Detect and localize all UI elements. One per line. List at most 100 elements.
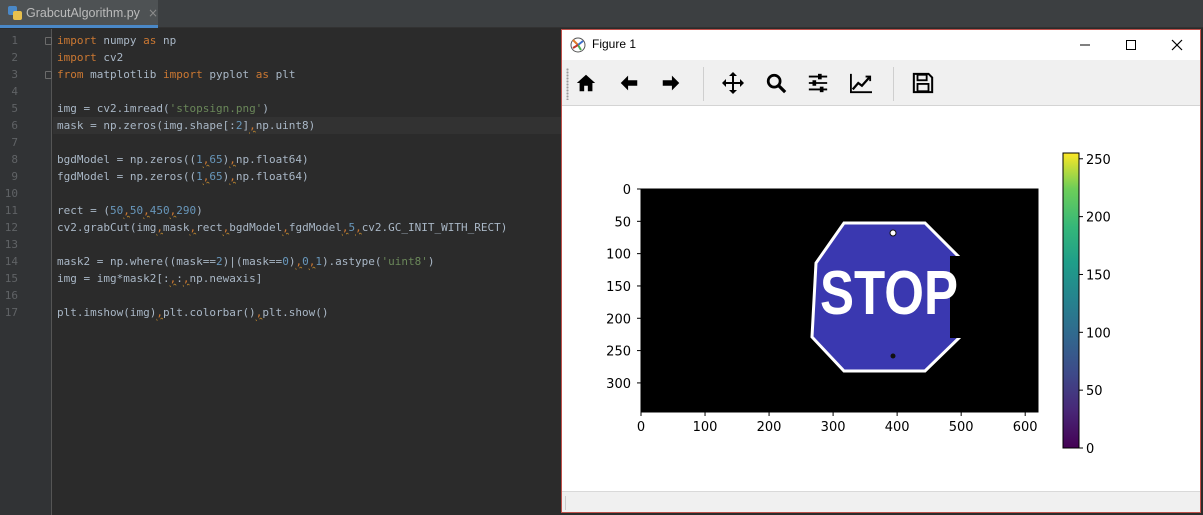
code-token: cv2: [96, 51, 124, 64]
figure-window: Figure 1 STOP 0 100 200 300 400 500 600 …: [561, 29, 1201, 513]
code-token: fgdModel = np.zeros((: [57, 170, 197, 183]
colorbar-tick-label: 100: [1086, 326, 1111, 341]
tab-close-icon[interactable]: ×: [148, 6, 158, 20]
code-token: import: [57, 51, 97, 64]
code-token: bgdModel = np.zeros((: [57, 153, 197, 166]
edit-axes-icon: [850, 73, 872, 94]
fold-marker-icon[interactable]: [45, 32, 52, 49]
code-token: ,: [156, 221, 163, 234]
maximize-icon: [1126, 40, 1136, 50]
code-token: ): [427, 255, 435, 268]
home-button[interactable]: [571, 68, 601, 98]
bolt-bottom: [890, 353, 896, 359]
minimize-icon: [1080, 44, 1090, 46]
figure-canvas[interactable]: STOP 0 100 200 300 400 500 600 0 50 100 150 200 250 3…: [562, 106, 1200, 491]
stop-sign-text: STOP: [820, 259, 958, 328]
code-token: :: [176, 272, 183, 285]
minimize-button[interactable]: [1062, 30, 1108, 60]
pan-button[interactable]: [718, 68, 748, 98]
code-token: ,: [282, 221, 289, 234]
figure-title: Figure 1: [592, 37, 637, 51]
save-button[interactable]: [908, 68, 938, 98]
code-line: fgdModel = np.zeros((1,65),np.float64): [57, 168, 557, 185]
code-token: ,: [229, 153, 236, 166]
code-token: as: [255, 68, 269, 81]
back-button[interactable]: [614, 68, 644, 98]
code-token: np.newaxis]: [189, 272, 263, 285]
figure-status-bar: [562, 491, 1200, 512]
y-tick-label: 50: [614, 215, 631, 230]
code-editor[interactable]: import numpy as np import cv2 from matplot…: [53, 29, 561, 515]
x-tick-label: 600: [1013, 420, 1038, 435]
code-token: cv2.grabCut(img: [57, 221, 157, 234]
stop-sign-image: STOP: [810, 221, 970, 373]
code-token: 1: [196, 170, 203, 183]
code-token: 'stopsign.png': [169, 102, 263, 115]
forward-button[interactable]: [656, 68, 686, 98]
code-token: rect = (: [57, 204, 110, 217]
maximize-button[interactable]: [1108, 30, 1154, 60]
y-tick-label: 250: [606, 345, 631, 360]
code-token: numpy: [96, 34, 144, 47]
edit-axes-button[interactable]: [846, 68, 876, 98]
zoom-button[interactable]: [761, 68, 791, 98]
y-tick-label: 0: [623, 183, 631, 198]
code-token: ): [196, 204, 203, 217]
code-line: from matplotlib import pyplot as plt: [57, 66, 557, 83]
code-token: bgdModel: [229, 221, 283, 234]
line-number: 9: [11, 170, 18, 183]
line-number: 2: [11, 51, 18, 64]
code-line: mask = np.zeros(img.shape[:2],np.uint8): [57, 117, 557, 134]
line-number: 3: [11, 68, 18, 81]
code-line: rect = (50,50,450,290): [57, 202, 557, 219]
editor-tab[interactable]: GrabcutAlgorithm.py ×: [0, 0, 158, 28]
code-token: 0: [302, 255, 309, 268]
code-token: ,: [143, 204, 150, 217]
fold-marker-icon[interactable]: [45, 66, 52, 83]
line-number: 11: [4, 204, 18, 217]
code-token: ,: [355, 221, 362, 234]
code-token: mask2 = np.where((mask==: [57, 255, 216, 268]
colorbar-tick-label: 0: [1086, 442, 1094, 457]
x-tick-label: 0: [637, 420, 645, 435]
code-token: 'uint8': [381, 255, 428, 268]
code-token: 1: [196, 153, 203, 166]
colorbar-tick-label: 250: [1086, 153, 1111, 168]
x-tick-label: 100: [693, 420, 718, 435]
line-number: 13: [4, 238, 18, 251]
code-token: import: [57, 34, 97, 47]
code-token: 290: [176, 204, 197, 217]
code-token: import: [162, 68, 203, 81]
code-token: 50: [129, 204, 144, 217]
code-token: ,: [249, 119, 256, 132]
colorbar: [1062, 152, 1080, 449]
colorbar-tick-label: 200: [1086, 211, 1111, 226]
code-token: np.uint8): [255, 119, 316, 132]
line-number: 14: [4, 255, 18, 268]
figure-toolbar: [562, 60, 1200, 106]
code-token: 65: [209, 153, 223, 166]
code-token: np: [156, 34, 177, 47]
code-token: ): [262, 102, 269, 115]
toolbar-grip[interactable]: [566, 68, 569, 100]
code-line: img = img*mask2[:,:,np.newaxis]: [57, 270, 557, 287]
code-line: plt.imshow(img),plt.colorbar(),plt.show(…: [57, 304, 557, 321]
configure-subplots-icon: [808, 73, 828, 93]
code-token: 2: [215, 255, 223, 268]
code-token: 50: [109, 204, 124, 217]
colorbar-tick-label: 150: [1086, 268, 1111, 283]
close-button[interactable]: [1154, 30, 1200, 60]
pan-icon: [722, 72, 744, 94]
zoom-icon: [766, 73, 787, 94]
code-token: plt.imshow(img): [57, 306, 157, 319]
colorbar-ticks: 0 50 100 150 200 250: [1079, 153, 1111, 457]
code-line: import cv2: [57, 49, 557, 66]
code-token: ,: [156, 306, 163, 319]
code-token: 450: [149, 204, 170, 217]
line-number: 5: [11, 102, 18, 115]
configure-subplots-button[interactable]: [803, 68, 833, 98]
line-number: 4: [11, 85, 18, 98]
line-number: 17: [4, 306, 18, 319]
code-token: matplotlib: [83, 68, 163, 81]
